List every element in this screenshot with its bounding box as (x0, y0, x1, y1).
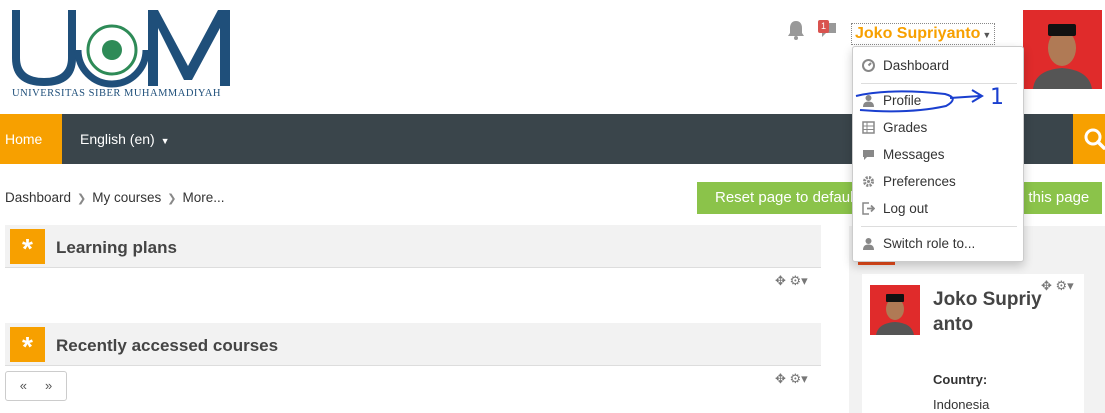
chevron-right-icon: ❯ (167, 193, 177, 205)
username-label: Joko Supriyanto (855, 25, 981, 42)
learning-plans-title: Learning plans (56, 238, 177, 257)
menu-item-label: Preferences (883, 174, 956, 189)
menu-item-label: Grades (883, 120, 928, 135)
search-icon (1084, 128, 1105, 150)
menu-item-switch-role[interactable]: Switch role to... (853, 230, 1023, 257)
move-icon[interactable]: ✥ (775, 273, 786, 288)
block-tools: ✥ ⚙▾ (775, 371, 808, 387)
menu-divider (861, 226, 1017, 227)
logo-subtitle: UNIVERSITAS SIBER MUHAMMADIYAH (12, 88, 222, 99)
logout-icon (862, 202, 875, 215)
breadcrumb: Dashboard ❯ My courses ❯ More... (5, 190, 225, 205)
grades-icon (862, 121, 875, 134)
gear-icon[interactable]: ⚙▾ (790, 273, 808, 288)
gear-icon[interactable]: ⚙▾ (790, 371, 808, 386)
breadcrumb-more[interactable]: More... (183, 190, 225, 205)
user-menu-toggle[interactable]: Joko Supriyanto ▼ (851, 23, 996, 45)
notification-bell-icon[interactable] (786, 19, 806, 41)
breadcrumb-my-courses[interactable]: My courses (92, 190, 161, 205)
menu-item-label: Dashboard (883, 58, 950, 73)
menu-item-messages[interactable]: Messages (853, 141, 1023, 168)
asterisk-icon: * (10, 327, 45, 362)
gear-icon (863, 176, 874, 187)
caret-down-icon: ▼ (982, 30, 992, 40)
caret-down-icon: ▼ (160, 136, 170, 146)
recent-courses-title: Recently accessed courses (56, 336, 279, 355)
language-label: English (en) (80, 131, 155, 147)
move-icon[interactable]: ✥ (775, 371, 786, 386)
asterisk-icon: * (10, 229, 45, 264)
nav-home[interactable]: Home (0, 114, 62, 164)
block-tools: ✥ ⚙▾ (775, 273, 808, 289)
reset-page-button[interactable]: Reset page to default (697, 182, 857, 214)
menu-item-label: Switch role to... (883, 236, 976, 251)
user-icon (863, 238, 874, 250)
block-tools: ✥ ⚙▾ (1041, 278, 1074, 294)
course-pager: « » (5, 371, 67, 401)
annotation-number: 1 (990, 85, 1004, 110)
menu-item-dashboard[interactable]: Dashboard (853, 52, 1023, 79)
profile-name[interactable]: Joko Supriyanto (933, 287, 1043, 337)
dashboard-icon (862, 59, 875, 72)
country-value: Indonesia (933, 397, 990, 412)
move-icon[interactable]: ✥ (1041, 278, 1052, 293)
pager-next-button[interactable]: » (45, 378, 52, 393)
user-avatar[interactable] (1023, 10, 1102, 89)
country-label: Country: (933, 372, 988, 387)
annotation-circle-arrow: 1 (855, 85, 1004, 113)
chevron-right-icon: ❯ (77, 193, 87, 205)
pager-prev-button[interactable]: « (20, 378, 27, 393)
menu-item-label: Log out (883, 201, 929, 216)
profile-avatar[interactable] (870, 285, 920, 335)
gear-icon[interactable]: ⚙▾ (1056, 278, 1074, 293)
user-dropdown-menu: Dashboard Profile Grades Messages Prefer… (852, 46, 1024, 262)
menu-item-label: Messages (883, 147, 945, 162)
menu-item-logout[interactable]: Log out (853, 195, 1023, 222)
menu-item-preferences[interactable]: Preferences (853, 168, 1023, 195)
messages-icon (863, 150, 874, 160)
message-count-badge: 1 (818, 20, 829, 33)
language-selector[interactable]: English (en) ▼ (80, 114, 170, 164)
breadcrumb-dashboard[interactable]: Dashboard (5, 190, 71, 205)
search-button[interactable] (1073, 114, 1105, 164)
